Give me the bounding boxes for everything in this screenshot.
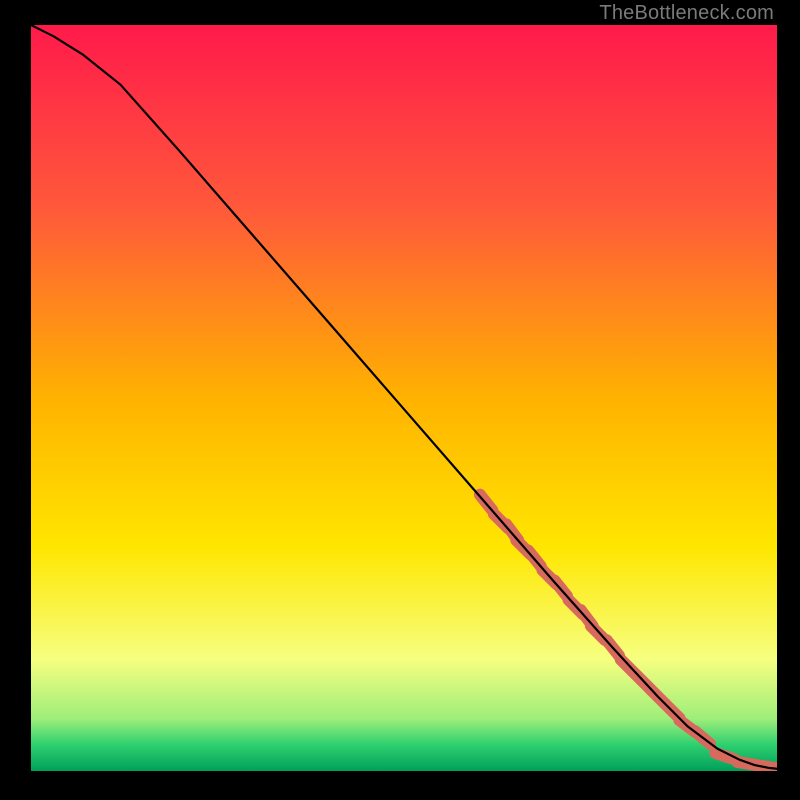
- chart-area: [31, 25, 777, 771]
- attribution-text: TheBottleneck.com: [599, 2, 774, 25]
- gradient-background: [31, 25, 777, 771]
- bottleneck-chart: [31, 25, 777, 771]
